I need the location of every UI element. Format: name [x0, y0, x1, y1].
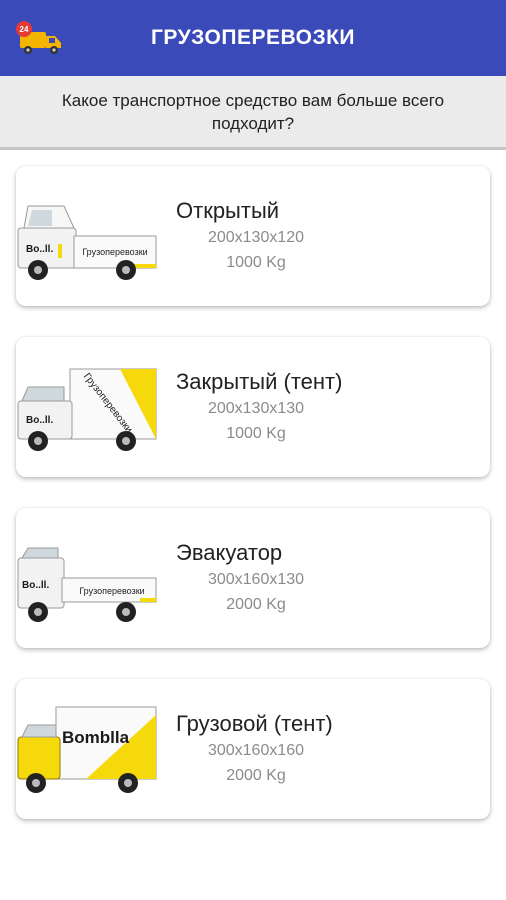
question-text: Какое транспортное средство вам больше в… [61, 90, 445, 133]
truck-brand: Bo..ll. [26, 415, 53, 426]
vehicle-capacity: 1000 Kg [226, 425, 286, 442]
vehicle-dimensions: 300x160x160 [207, 742, 305, 759]
truck-brand: Bo..ll. [26, 244, 53, 255]
vehicle-dimensions: 200x130x120 [207, 229, 305, 246]
page-title: ГРУЗОПЕРЕВОЗКИ [150, 26, 356, 49]
delivery-truck-icon: 24 [16, 21, 61, 54]
vehicle-info: Грузовой (тент) 300x160x160 2000 Kg [166, 679, 476, 819]
vehicle-card-cargo[interactable]: Bomblla Грузовой (тент) 300x160x160 2000… [16, 679, 490, 819]
vehicle-card-open[interactable]: Грузоперевозки Bo..ll. Открытый 200x130x… [16, 166, 490, 306]
vehicle-name: Закрытый (тент) [176, 369, 343, 394]
logo-badge: 24 [20, 25, 29, 34]
vehicle-info: Закрытый (тент) 200x130x130 1000 Kg [166, 337, 476, 477]
vehicle-name: Эвакуатор [176, 540, 283, 565]
truck-brand: Bo..ll. [22, 580, 49, 591]
app-bar: 24 ГРУЗОПЕРЕВОЗКИ [0, 0, 506, 76]
truck-text: Грузоперевозки [79, 586, 144, 596]
vehicle-name: Грузовой (тент) [176, 711, 333, 736]
vehicle-info: Открытый 200x130x120 1000 Kg [166, 166, 476, 306]
vehicle-info: Эвакуатор 300x160x130 2000 Kg [166, 508, 476, 648]
vehicle-capacity: 2000 Kg [226, 596, 286, 613]
vehicle-capacity: 1000 Kg [226, 254, 286, 271]
vehicle-capacity: 2000 Kg [226, 767, 286, 784]
truck-brand: Bomblla [62, 728, 130, 747]
open-pickup-truck-icon: Грузоперевозки Bo..ll. [17, 205, 157, 280]
covered-tent-truck-icon: Грузоперевозки Bo..ll. [17, 368, 157, 451]
vehicle-dimensions: 200x130x130 [207, 400, 305, 417]
cargo-tent-truck-icon: Bomblla [17, 706, 157, 793]
vehicle-dimensions: 300x160x130 [207, 571, 305, 588]
truck-text: Грузоперевозки [82, 247, 147, 257]
vehicle-card-covered[interactable]: Грузоперевозки Bo..ll. Закрытый (тент) 2… [16, 337, 490, 477]
vehicle-name: Открытый [176, 198, 280, 223]
tow-truck-icon: Грузоперевозки Bo..ll. [17, 547, 157, 622]
vehicle-card-tow[interactable]: Грузоперевозки Bo..ll. Эвакуатор 300x160… [16, 508, 490, 648]
question-header: Какое транспортное средство вам больше в… [0, 76, 506, 150]
